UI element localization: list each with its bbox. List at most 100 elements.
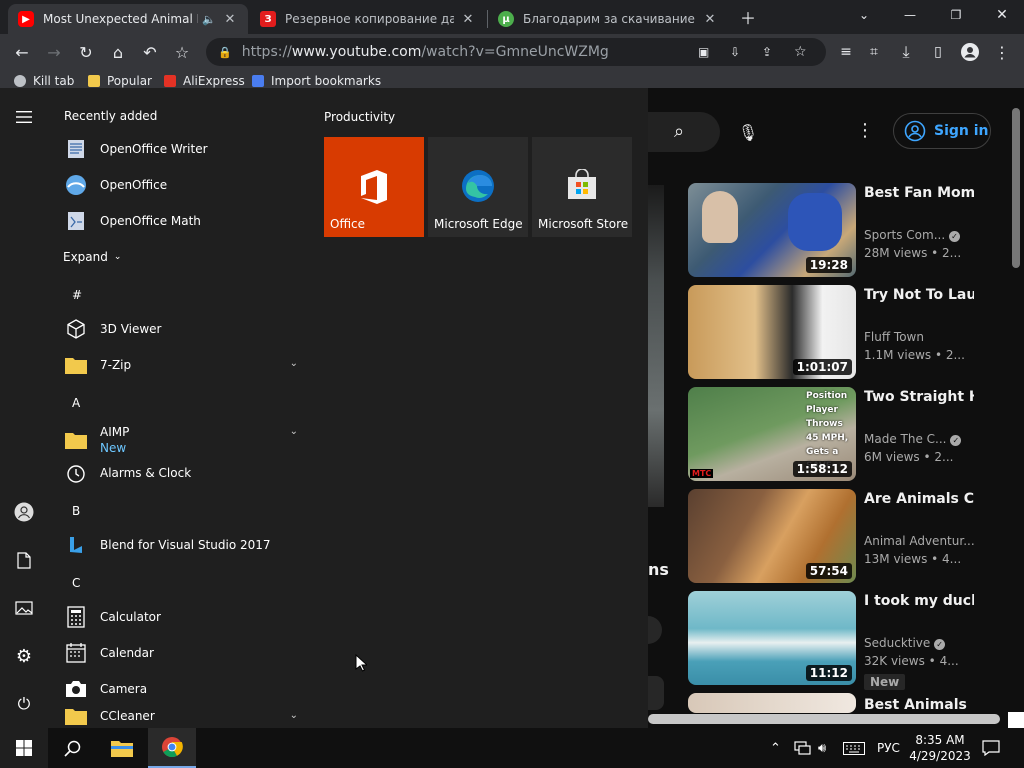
- video-thumbnail[interactable]: 57:54: [688, 489, 856, 583]
- profile-icon[interactable]: [958, 40, 982, 64]
- forward-icon[interactable]: →: [42, 40, 66, 64]
- video-channel[interactable]: Made The C... ✓: [864, 432, 962, 446]
- tile-office[interactable]: Office: [324, 137, 424, 237]
- lock-icon[interactable]: 🔒: [218, 46, 232, 59]
- download-icon[interactable]: ⤓: [894, 40, 918, 64]
- close-tab-icon[interactable]: ✕: [702, 12, 718, 27]
- settings-gear-icon[interactable]: ⚙: [12, 644, 36, 668]
- comment-input[interactable]: [648, 676, 664, 710]
- video-channel[interactable]: Fluff Town: [864, 330, 924, 344]
- show-hidden-icons-icon[interactable]: ⌃: [770, 728, 781, 768]
- reload-icon[interactable]: ↻: [74, 40, 98, 64]
- documents-icon[interactable]: [12, 548, 36, 572]
- address-bar[interactable]: 🔒 https://www.youtube.com/watch?v=GmneUn…: [206, 38, 826, 66]
- video-channel[interactable]: Sports Com... ✓: [864, 228, 960, 242]
- bookmark-import[interactable]: Import bookmarks: [252, 74, 381, 88]
- video-item[interactable]: 57:54 Are Animals Capable Of... Animal A…: [688, 489, 1018, 585]
- video-channel[interactable]: Seducktive ✓: [864, 636, 946, 650]
- app-openoffice[interactable]: OpenOffice: [60, 168, 304, 202]
- volume-icon[interactable]: 🔊︎: [818, 728, 826, 768]
- new-tab-icon[interactable]: ＋: [736, 5, 760, 29]
- notifications-icon[interactable]: [982, 728, 1000, 768]
- side-panel-icon[interactable]: ▯: [926, 40, 950, 64]
- input-language[interactable]: РУС: [877, 728, 900, 768]
- hamburger-menu-icon[interactable]: [12, 105, 36, 129]
- app-3d-viewer[interactable]: 3D Viewer: [60, 312, 304, 346]
- app-openoffice-math[interactable]: OpenOffice Math: [60, 204, 304, 238]
- minimize-icon[interactable]: —: [898, 3, 922, 27]
- video-item[interactable]: Best Animals: [688, 693, 1018, 713]
- app-openoffice-writer[interactable]: OpenOffice Writer: [60, 132, 304, 166]
- close-window-icon[interactable]: ✕: [990, 3, 1014, 27]
- chevron-down-icon[interactable]: ⌄: [290, 710, 298, 721]
- tab-backup[interactable]: З Резервное копирование данны ✕: [250, 4, 486, 34]
- pictures-icon[interactable]: [12, 596, 36, 620]
- video-item[interactable]: 19:28 Best Fan Moments in... Sports Com.…: [688, 183, 1018, 279]
- settings-kebab-icon[interactable]: ⋮: [856, 120, 874, 141]
- letter-heading[interactable]: C: [72, 576, 80, 590]
- video-item[interactable]: 11:12 I took my duck to Swan Boats... Se…: [688, 591, 1018, 690]
- tab-utorrent[interactable]: µ Благодарим за скачивание µTor ✕: [488, 4, 728, 34]
- install-app-icon[interactable]: ⇩: [730, 45, 740, 59]
- home-icon[interactable]: ⌂: [106, 40, 130, 64]
- tab-youtube[interactable]: ▶ Most Unexpected Animal Int 🔈 ✕: [8, 4, 248, 34]
- app-calculator[interactable]: Calculator: [60, 600, 304, 634]
- video-player[interactable]: [648, 185, 664, 507]
- bookmark-page-icon[interactable]: ☆: [794, 44, 807, 60]
- app-alarms-clock[interactable]: Alarms & Clock: [60, 456, 304, 490]
- tile-microsoft-edge[interactable]: Microsoft Edge: [428, 137, 528, 237]
- more-button[interactable]: [648, 616, 662, 644]
- menu-kebab-icon[interactable]: ⋮: [990, 40, 1014, 64]
- video-channel[interactable]: Animal Adventur...: [864, 534, 975, 548]
- close-tab-icon[interactable]: ✕: [222, 12, 238, 27]
- clock[interactable]: 8:35 AM 4/29/2023: [909, 728, 971, 768]
- file-explorer-button[interactable]: [98, 728, 146, 768]
- video-thumbnail[interactable]: 11:12: [688, 591, 856, 685]
- chevron-down-icon[interactable]: ⌄: [290, 358, 298, 369]
- sign-in-button[interactable]: Sign in: [893, 113, 991, 149]
- reading-list-icon[interactable]: ≡: [834, 40, 858, 64]
- app-calendar[interactable]: Calendar: [60, 636, 304, 670]
- power-icon[interactable]: ⏻: [12, 692, 36, 716]
- search-button[interactable]: [48, 728, 96, 768]
- bookmark-kill-tab[interactable]: Kill tab: [14, 74, 74, 88]
- letter-heading[interactable]: #: [72, 288, 82, 302]
- microphone-icon[interactable]: 🎙: [734, 118, 762, 146]
- video-thumbnail[interactable]: 1:01:07: [688, 285, 856, 379]
- app-ccleaner[interactable]: CCleaner ⌄: [60, 704, 304, 728]
- letter-heading[interactable]: A: [72, 396, 80, 410]
- bookmark-star-icon[interactable]: ☆: [170, 40, 194, 64]
- video-item[interactable]: Position Player Throws 45 MPH, Gets a SA…: [688, 387, 1018, 483]
- bookmark-popular[interactable]: Popular: [88, 74, 152, 88]
- user-account-icon[interactable]: [12, 500, 36, 524]
- video-meta: 13M views • 4...: [864, 552, 962, 566]
- letter-heading[interactable]: B: [72, 504, 80, 518]
- app-blend-visual-studio[interactable]: Blend for Visual Studio 2017: [60, 528, 304, 562]
- chrome-button[interactable]: [148, 728, 196, 768]
- video-item[interactable]: 1:01:07 Try Not To Laugh With... Fluff T…: [688, 285, 1018, 381]
- horizontal-scrollbar[interactable]: [648, 714, 1000, 724]
- close-tab-icon[interactable]: ✕: [460, 12, 476, 27]
- restore-icon[interactable]: ❐: [944, 3, 968, 27]
- touch-keyboard-icon[interactable]: [843, 728, 865, 768]
- chevron-down-icon[interactable]: ⌄: [290, 426, 298, 437]
- app-7-zip[interactable]: 7-Zip ⌄: [60, 348, 304, 382]
- expand-button[interactable]: Expand ⌄: [63, 250, 121, 264]
- undo-close-tab-icon[interactable]: ↶: [138, 40, 162, 64]
- video-thumbnail[interactable]: Position Player Throws 45 MPH, Gets a SA…: [688, 387, 856, 481]
- bookmark-aliexpress[interactable]: AliExpress: [164, 74, 245, 88]
- app-camera[interactable]: Camera: [60, 672, 304, 706]
- network-icon[interactable]: [794, 728, 811, 768]
- youtube-search-button[interactable]: ⌕: [648, 112, 720, 152]
- blocked-popup-icon[interactable]: ▣: [698, 45, 709, 59]
- tab-search-icon[interactable]: ⌄: [852, 3, 876, 27]
- tile-microsoft-store[interactable]: Microsoft Store: [532, 137, 632, 237]
- video-thumbnail[interactable]: 19:28: [688, 183, 856, 277]
- audio-icon[interactable]: 🔈: [202, 13, 216, 26]
- back-icon[interactable]: ←: [10, 40, 34, 64]
- share-icon[interactable]: ⇪: [762, 45, 772, 59]
- video-thumbnail[interactable]: [688, 693, 856, 713]
- app-aimp[interactable]: AIMP New ⌄: [60, 420, 304, 460]
- crop-icon[interactable]: ⌗: [862, 40, 886, 64]
- start-button[interactable]: [0, 728, 48, 768]
